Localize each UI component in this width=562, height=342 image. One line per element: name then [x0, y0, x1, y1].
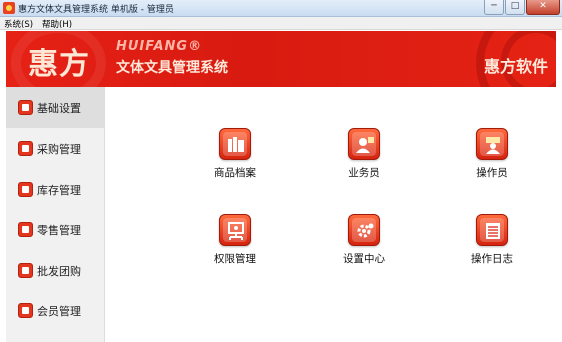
- tile-operator[interactable]: 操作员: [452, 128, 532, 184]
- wholesale-icon: [18, 262, 33, 278]
- sidebar-item-basic-settings[interactable]: 基础设置: [6, 87, 104, 128]
- sidebar-item-label: 基础设置: [37, 102, 81, 115]
- brand-logo: 惠方: [28, 47, 90, 82]
- sidebar-item-label: 批发团购: [37, 264, 81, 278]
- sidebar-item-label: 库存管理: [37, 183, 81, 197]
- menu-system[interactable]: 系统(S): [0, 17, 38, 30]
- settings-icon: [18, 100, 33, 115]
- brand-logo-english: HUIFANG®: [116, 39, 203, 54]
- sidebar-nav: 基础设置 采购管理 库存管理 零售管理 批发团购 会员管理: [6, 87, 105, 342]
- tile-salesperson[interactable]: 业务员: [324, 128, 404, 184]
- tile-product-archive[interactable]: 商品档案: [195, 128, 275, 184]
- tile-label: 商品档案: [214, 167, 256, 179]
- company-name: 惠方软件: [483, 57, 548, 76]
- settings-center-icon: [348, 214, 380, 246]
- window-controls: ─ □ ✕: [484, 0, 560, 16]
- sidebar-item-wholesale[interactable]: 批发团购: [6, 250, 104, 291]
- sidebar-item-label: 采购管理: [37, 143, 81, 156]
- permission-icon: [219, 214, 251, 246]
- window-title: 惠方文体文具管理系统 单机版 - 管理员: [18, 5, 174, 15]
- product-archive-icon: [219, 128, 251, 160]
- member-icon: [18, 303, 33, 318]
- menu-bar: 系统(S) 帮助(H): [0, 17, 562, 30]
- window-titlebar[interactable]: 惠方文体文具管理系统 单机版 - 管理员 ─ □ ✕: [0, 0, 562, 17]
- sidebar-item-label: 会员管理: [37, 305, 81, 318]
- tile-label: 业务员: [348, 167, 380, 179]
- tile-permission[interactable]: 权限管理: [195, 214, 275, 270]
- purchase-icon: [18, 141, 33, 156]
- maximize-button[interactable]: □: [505, 0, 525, 15]
- salesperson-icon: [348, 128, 380, 160]
- sidebar-item-label: 零售管理: [37, 224, 81, 237]
- close-button[interactable]: ✕: [526, 0, 560, 15]
- sidebar-item-purchase[interactable]: 采购管理: [6, 128, 104, 169]
- product-subtitle: 文体文具管理系统: [116, 60, 228, 76]
- sidebar-item-member[interactable]: 会员管理: [6, 290, 104, 331]
- inventory-icon: [18, 181, 33, 197]
- header-banner: 惠方 HUIFANG® 文体文具管理系统 惠方软件: [6, 31, 556, 87]
- sidebar-item-inventory[interactable]: 库存管理: [6, 169, 104, 210]
- menu-help[interactable]: 帮助(H): [38, 17, 77, 30]
- main-panel: 商品档案 业务员 操作员 权限管理 设置中心 操作日志: [106, 87, 556, 342]
- operator-icon: [476, 128, 508, 160]
- retail-icon: [18, 222, 33, 237]
- tile-label: 操作员: [476, 167, 508, 179]
- tile-operation-log[interactable]: 操作日志: [452, 214, 532, 270]
- app-icon: [3, 2, 15, 14]
- sidebar-item-retail[interactable]: 零售管理: [6, 209, 104, 250]
- tile-settings-center[interactable]: 设置中心: [324, 214, 404, 270]
- tile-label: 设置中心: [343, 253, 385, 265]
- tile-label: 操作日志: [471, 253, 513, 265]
- operation-log-icon: [476, 214, 508, 246]
- minimize-button[interactable]: ─: [484, 0, 504, 15]
- tile-label: 权限管理: [214, 253, 256, 265]
